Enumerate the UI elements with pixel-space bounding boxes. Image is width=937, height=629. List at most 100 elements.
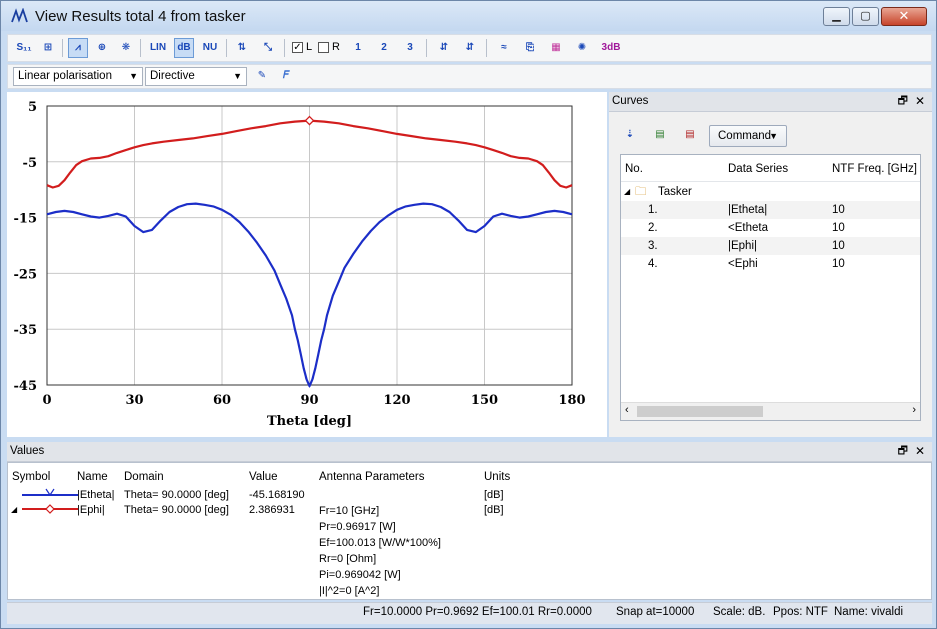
scroll-left-icon[interactable]: ‹ <box>625 404 629 416</box>
pattern-icon[interactable]: ✺ <box>572 38 592 58</box>
x-tick-label: 0 <box>42 393 51 408</box>
column-header[interactable]: Domain <box>124 471 164 483</box>
app-icon <box>11 7 29 24</box>
x-tick-label: 180 <box>558 393 585 408</box>
checkbox-l[interactable]: ✓ <box>292 42 303 53</box>
marker-1-button[interactable]: 1 <box>348 38 368 58</box>
curve-row[interactable]: 4. <Ephi 10 <box>621 255 920 273</box>
y-tick-label: -5 <box>23 156 37 171</box>
float-icon[interactable]: 🗗 <box>898 442 908 461</box>
etheta-symbol-icon <box>22 488 78 497</box>
close-button[interactable]: ✕ <box>881 7 927 26</box>
secondary-toolbar: Linear polarisation ▼ Directive ▼ ✎ 𝐹 <box>7 64 932 89</box>
curve-no: 2. <box>648 222 658 234</box>
y-tick-label: -35 <box>14 323 38 338</box>
chevron-down-icon: ▼ <box>769 131 778 141</box>
y-tick-label: -45 <box>14 379 38 394</box>
polarisation-select[interactable]: Linear polarisation ▼ <box>13 67 143 86</box>
plot-area[interactable]: 0 30 60 90 120 150 180 5 -5 -15 -25 -35 -45 Theta [de… <box>7 92 607 437</box>
close-icon[interactable]: ✕ <box>915 92 925 111</box>
command-button[interactable]: Command ▼ <box>709 125 787 147</box>
title-bar: View Results total 4 from tasker ▁ ▢ ✕ <box>1 1 936 31</box>
curve-row[interactable]: 1. |Etheta| 10 <box>621 201 920 219</box>
toolbar-separator <box>426 39 427 57</box>
series-marker-1 <box>304 115 315 126</box>
maximize-icon: ▢ <box>860 10 871 22</box>
values-panel: Values 🗗 ✕ Symbol Name Domain Value Ante… <box>7 442 932 600</box>
grid-icon[interactable]: ⊞ <box>38 38 58 58</box>
marker-icon[interactable]: ⇅ <box>232 38 252 58</box>
export-plot-icon[interactable]: ▦ <box>546 38 566 58</box>
formula-icon[interactable]: 𝐹 <box>276 66 296 86</box>
values-table[interactable]: Symbol Name Domain Value Antenna Paramet… <box>7 462 932 600</box>
3d-plot-icon[interactable]: ❋ <box>116 38 136 58</box>
status-bar: Fr=10.0000 Pr=0.9692 Ef=100.01 Rr=0.0000… <box>7 602 932 624</box>
column-header[interactable]: Data Series <box>728 157 788 181</box>
tree-group-tasker[interactable]: ◢ 🗀 Tasker <box>621 183 920 201</box>
minimize-icon: ▁ <box>832 10 841 22</box>
column-header[interactable]: Units <box>484 471 510 483</box>
column-header[interactable]: Symbol <box>12 471 50 483</box>
column-header[interactable]: Name <box>77 471 108 483</box>
copy-plot-icon[interactable]: ⎘ <box>520 38 540 58</box>
curve-series: |Ephi| <box>728 240 757 252</box>
minimize-button[interactable]: ▁ <box>823 7 850 26</box>
value-name: |Ephi| <box>77 504 105 516</box>
horizontal-scrollbar[interactable]: ‹ › <box>621 402 920 420</box>
float-icon[interactable]: 🗗 <box>898 92 908 111</box>
marker-3-button[interactable]: 3 <box>400 38 420 58</box>
column-header[interactable]: Antenna Parameters <box>319 471 424 483</box>
line-chart[interactable]: 0 30 60 90 120 150 180 5 -5 -15 -25 -35 -45 Theta [de… <box>7 92 607 437</box>
curve-freq: 10 <box>832 222 845 234</box>
s11-icon[interactable]: S₁₁ <box>14 38 34 58</box>
column-header[interactable]: NTF Freq. [GHz] <box>832 157 917 181</box>
smooth-icon[interactable]: ≈ <box>494 38 514 58</box>
value-domain: Theta= 90.0000 [deg] <box>124 489 229 501</box>
checkbox-l-label: L <box>306 41 313 53</box>
maximize-button[interactable]: ▢ <box>852 7 879 26</box>
fit-icon[interactable]: ⤡ <box>258 38 278 58</box>
curve-series: <Ephi <box>728 258 758 270</box>
toolbar-separator <box>486 39 487 57</box>
normalized-scale-icon[interactable]: NU <box>200 38 220 58</box>
checkbox-r-label: R <box>332 41 340 53</box>
curve-row[interactable]: 2. <Etheta 10 <box>621 219 920 237</box>
status-params: Fr=10.0000 Pr=0.9692 Ef=100.01 Rr=0.0000 <box>363 606 592 618</box>
folder-icon: 🗀 <box>635 186 647 198</box>
3db-beamwidth-button[interactable]: 3dB <box>598 38 624 58</box>
mode-select-value: Directive <box>150 70 195 82</box>
list-add-icon[interactable]: ▤ <box>650 125 670 145</box>
column-header[interactable]: No. <box>625 157 643 181</box>
toolbar-separator <box>226 39 227 57</box>
marker-table-icon[interactable]: ⇵ <box>434 38 454 58</box>
db-scale-icon[interactable]: dB <box>174 38 194 58</box>
curve-row[interactable]: 3. |Ephi| 10 <box>621 237 920 255</box>
status-snap: Snap at=10000 <box>616 606 695 618</box>
x-tick-label: 60 <box>213 393 231 408</box>
main-toolbar: S₁₁ ⊞ ⩘ ⊕ ❋ LIN dB NU ⇅ ⤡ ✓ L R 1 2 3 ⇵ … <box>7 34 932 62</box>
mode-select[interactable]: Directive ▼ <box>145 67 247 86</box>
curves-tree[interactable]: No. Data Series NTF Freq. [GHz] ◢ 🗀 Task… <box>620 154 921 421</box>
x-axis-label: Theta [deg] <box>267 414 352 429</box>
antenna-param: Fr=10 [GHz] <box>319 505 380 517</box>
toolbar-separator <box>284 39 285 57</box>
marker-def-icon[interactable]: ⇵ <box>460 38 480 58</box>
pen-icon[interactable]: ✎ <box>252 66 272 86</box>
list-remove-icon[interactable]: ▤ <box>680 125 700 145</box>
sort-icon[interactable]: ⇣ <box>620 125 640 145</box>
column-header[interactable]: Value <box>249 471 278 483</box>
checkbox-r[interactable] <box>318 42 329 53</box>
x-tick-label: 90 <box>300 393 318 408</box>
expand-icon[interactable]: ◢ <box>11 505 17 514</box>
close-icon[interactable]: ✕ <box>915 442 925 461</box>
command-button-label: Command <box>718 130 772 142</box>
scrollbar-thumb[interactable] <box>637 406 763 417</box>
linear-scale-icon[interactable]: LIN <box>148 38 168 58</box>
polar-plot-icon[interactable]: ⊕ <box>92 38 112 58</box>
expand-icon[interactable]: ◢ <box>624 183 630 201</box>
marker-2-button[interactable]: 2 <box>374 38 394 58</box>
scroll-right-icon[interactable]: › <box>912 404 916 416</box>
chevron-down-icon: ▼ <box>233 71 242 81</box>
curves-panel: Curves 🗗 ✕ ⇣ ▤ ▤ Command ▼ No. Data Seri… <box>609 92 932 437</box>
cartesian-plot-icon[interactable]: ⩘ <box>68 38 88 58</box>
